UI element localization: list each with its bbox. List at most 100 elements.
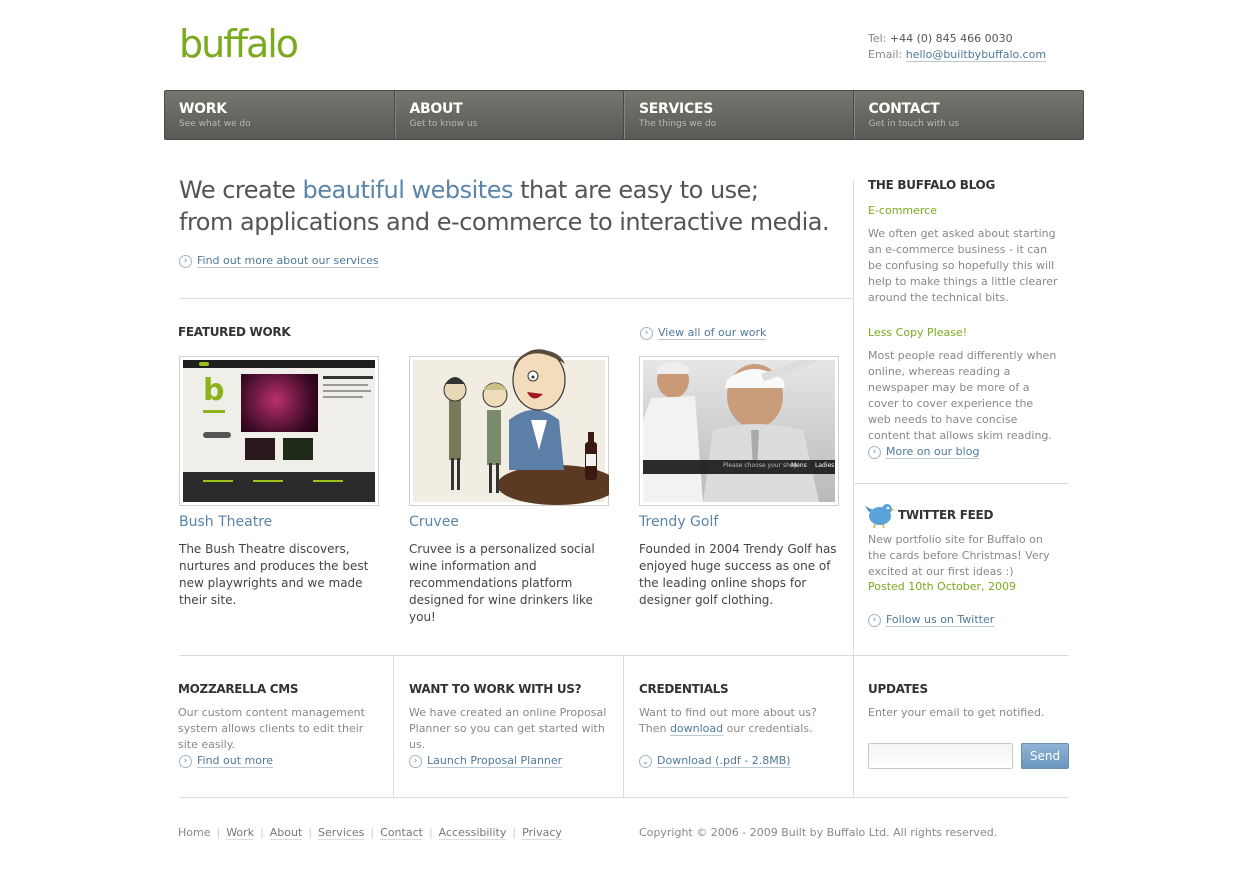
separator: |	[308, 826, 313, 839]
column-divider	[623, 655, 624, 797]
cms-text: Our custom content management system all…	[178, 706, 365, 751]
twitter-feed-title: TWITTER FEED	[898, 508, 994, 522]
hero-highlight: beautiful websites	[302, 176, 514, 204]
footer-nav: Home | Work | About | Services | Contact | Ac…	[178, 826, 562, 840]
sidebar-divider	[853, 180, 854, 655]
email-label: Email:	[868, 48, 903, 61]
email-link[interactable]: hello@builtbybuffalo.com	[905, 48, 1047, 62]
separator: |	[260, 826, 264, 839]
column-divider	[853, 655, 854, 797]
send-button[interactable]: Send	[1021, 743, 1069, 769]
work-with-us-text: We have created an online Proposal Plann…	[409, 706, 607, 751]
chevron-right-icon: ›	[179, 754, 192, 768]
more-blog-link[interactable]: More on our blog	[886, 445, 980, 459]
credentials-download-inline-link[interactable]: download	[669, 722, 724, 736]
work-with-us-title: WANT TO WORK WITH US?	[409, 682, 582, 696]
main-nav: WORK See what we do ABOUT Get to know us…	[164, 90, 1084, 140]
divider	[179, 298, 853, 299]
footer-link-work[interactable]: Work	[226, 826, 255, 840]
proposal-link-row: › Launch Proposal Planner	[409, 754, 563, 768]
services-link[interactable]: Find out more about our services	[197, 254, 379, 268]
nav-item-about[interactable]: ABOUT Get to know us	[394, 91, 624, 139]
golf-bar-text: Please choose your shop	[723, 462, 798, 469]
chevron-right-icon: ›	[409, 754, 422, 768]
chevron-right-icon: ›	[640, 326, 653, 340]
nav-title: SERVICES	[639, 101, 713, 117]
divider	[179, 797, 1069, 798]
hero-line1-pre: We create	[179, 176, 303, 204]
footer-link-about[interactable]: About	[269, 826, 303, 840]
footer-link-home[interactable]: Home	[178, 826, 210, 840]
divider	[853, 483, 1069, 484]
contact-info: Tel: +44 (0) 845 466 0030 Email: hello@b…	[868, 31, 1047, 63]
footer-link-services[interactable]: Services	[318, 826, 365, 840]
footer-link-contact[interactable]: Contact	[380, 826, 423, 840]
separator: |	[512, 826, 517, 839]
tweet-text: New portfolio site for Buffalo on the ca…	[868, 533, 1050, 578]
chevron-right-icon: ›	[868, 613, 881, 627]
project-title-bush-theatre[interactable]: Bush Theatre	[179, 514, 272, 530]
nav-item-work[interactable]: WORK See what we do	[165, 91, 395, 139]
divider	[179, 655, 1069, 656]
services-link-row: › Find out more about our services	[179, 254, 379, 268]
project-title-trendy-golf[interactable]: Trendy Golf	[639, 514, 718, 530]
tel-label: Tel:	[868, 32, 887, 45]
nav-title: CONTACT	[868, 101, 940, 117]
nav-subtitle: Get to know us	[409, 119, 478, 129]
footer-link-privacy[interactable]: Privacy	[522, 826, 562, 840]
email-input[interactable]	[868, 743, 1013, 769]
download-link-row: ⌄ Download (.pdf - 2.8MB)	[639, 754, 791, 768]
follow-twitter-link[interactable]: Follow us on Twitter	[886, 613, 995, 627]
blog-post-excerpt: Most people read differently when online…	[868, 349, 1057, 442]
tel-value: +44 (0) 845 466 0030	[889, 32, 1013, 45]
column-divider	[393, 655, 394, 797]
nav-item-contact[interactable]: CONTACT Get in touch with us	[853, 91, 1084, 139]
golf-photo	[643, 360, 819, 502]
hero-line1-post: that are easy to use;	[512, 176, 759, 204]
blog-post-title[interactable]: Less Copy Please!	[868, 326, 967, 339]
project-desc-cruvee: Cruvee is a personalized social wine inf…	[409, 542, 595, 624]
nav-item-services[interactable]: SERVICES The things we do	[624, 91, 854, 139]
golf-mens: Mens	[791, 462, 807, 469]
credentials-title: CREDENTIALS	[639, 682, 729, 696]
follow-twitter-row: › Follow us on Twitter	[868, 613, 995, 627]
blog-more-row: › More on our blog	[868, 445, 980, 459]
nav-subtitle: See what we do	[179, 119, 251, 129]
nav-title: WORK	[179, 101, 227, 117]
footer-link-accessibility[interactable]: Accessibility	[438, 826, 507, 840]
cruvee-thumbnail[interactable]	[409, 349, 609, 506]
separator: |	[370, 826, 375, 839]
project-desc-bush-theatre: The Bush Theatre discovers, nurtures and…	[179, 542, 369, 607]
updates-text: Enter your email to get notified.	[868, 706, 1045, 719]
view-all-work-link[interactable]: View all of our work	[658, 326, 767, 340]
cms-link-row: › Find out more	[179, 754, 274, 768]
bush-theatre-thumbnail[interactable]: b	[179, 356, 379, 506]
logo[interactable]: buffalo	[179, 22, 299, 66]
project-title-cruvee[interactable]: Cruvee	[409, 514, 459, 530]
chevron-right-icon: ›	[868, 445, 881, 459]
nav-subtitle: The things we do	[639, 119, 717, 129]
separator: |	[216, 826, 221, 839]
view-all-row: › View all of our work	[640, 326, 767, 340]
credentials-text: Want to find out more about us? Then dow…	[639, 705, 844, 737]
hero-headline: We create beautiful websites that are ea…	[179, 174, 839, 238]
updates-title: UPDATES	[868, 682, 928, 696]
nav-title: ABOUT	[409, 101, 463, 117]
chevron-right-icon: ›	[179, 254, 192, 268]
twitter-bird-icon	[865, 504, 895, 528]
cms-find-out-link[interactable]: Find out more	[197, 754, 274, 768]
cms-title: MOZZARELLA CMS	[178, 682, 299, 696]
nav-subtitle: Get in touch with us	[868, 119, 960, 129]
blog-post-title[interactable]: E-commerce	[868, 204, 937, 217]
copyright: Copyright © 2006 - 2009 Built by Buffalo…	[639, 826, 998, 839]
golf-ladies: Ladies	[815, 462, 835, 469]
trendy-golf-thumbnail[interactable]: Please choose your shop Mens Ladies	[639, 356, 839, 506]
download-credentials-link[interactable]: Download (.pdf - 2.8MB)	[657, 754, 791, 768]
featured-work-title: FEATURED WORK	[178, 325, 291, 339]
project-desc-trendy-golf: Founded in 2004 Trendy Golf has enjoyed …	[639, 542, 837, 607]
blog-post-excerpt: We often get asked about starting an e-c…	[868, 227, 1058, 304]
credentials-text-post: our credentials.	[723, 722, 813, 735]
launch-proposal-planner-link[interactable]: Launch Proposal Planner	[427, 754, 563, 768]
tweet-date: Posted 10th October, 2009	[868, 580, 1017, 593]
separator: |	[428, 826, 433, 839]
